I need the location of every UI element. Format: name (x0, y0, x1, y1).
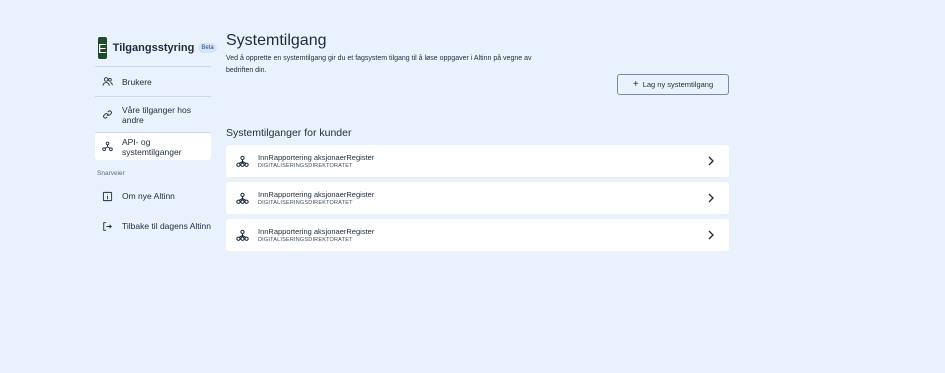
system-card[interactable]: InnRapportering aksjonaerRegister DIGITA… (226, 182, 729, 214)
chevron-right-icon (708, 193, 714, 203)
system-icon (235, 191, 249, 205)
sidebar-item-label: Brukere (122, 76, 152, 87)
sidebar-item-access[interactable]: Våre tilganger hos andre (95, 96, 211, 132)
sidebar-item-users[interactable]: Brukere (95, 66, 211, 96)
leave-icon (100, 219, 114, 233)
logo[interactable]: E (98, 37, 107, 59)
system-icon (235, 154, 249, 168)
system-card[interactable]: InnRapportering aksjonaerRegister DIGITA… (226, 145, 729, 177)
chevron-right-icon (708, 230, 714, 240)
add-system-access-button[interactable]: + Lag ny systemtilgang (617, 74, 729, 95)
sidebar-item-label: Våre tilganger hos andre (122, 104, 191, 125)
system-card[interactable]: InnRapportering aksjonaerRegister DIGITA… (226, 219, 729, 251)
chevron-right-icon (708, 156, 714, 166)
shortcut-label: Om nye Altinn (122, 191, 175, 201)
system-icon (100, 140, 114, 154)
page-description: Ved å opprette en systemtilgang gir du e… (226, 55, 532, 74)
brand-title: Tilgangsstyring (112, 42, 195, 54)
shortcuts-label: Snarveier (97, 170, 125, 177)
system-name: InnRapportering aksjonaerRegister (258, 152, 375, 162)
section-title: Systemtilganger for kunder (226, 127, 352, 139)
info-icon (100, 189, 114, 203)
link-icon (100, 108, 114, 122)
main-content: Systemtilgang Ved å opprette en systemti… (226, 32, 729, 256)
sidebar-item-label: API- og systemtilganger (122, 136, 182, 157)
page-title: Systemtilgang (226, 32, 327, 49)
brand: E Tilgangsstyring Beta (95, 36, 217, 60)
add-button-label: Lag ny systemtilgang (642, 80, 714, 89)
system-org: DIGITALISERINGSDIREKTORATET (258, 236, 353, 243)
system-org: DIGITALISERINGSDIREKTORATET (258, 199, 353, 206)
sidebar-item-api[interactable]: API- og systemtilganger (95, 132, 211, 160)
system-icon (235, 228, 249, 242)
system-name: InnRapportering aksjonaerRegister (258, 226, 375, 236)
plus-icon: + (632, 78, 639, 90)
beta-badge: Beta (198, 43, 217, 53)
shortcut-label: Tilbake til dagens Altinn (122, 221, 211, 231)
users-icon (100, 75, 114, 89)
system-name: InnRapportering aksjonaerRegister (258, 189, 375, 199)
sidebar: E Tilgangsstyring Beta Brukere Våre tilg… (95, 36, 217, 237)
shortcut-back[interactable]: Tilbake til dagens Altinn (95, 215, 211, 237)
system-org: DIGITALISERINGSDIREKTORATET (258, 162, 353, 169)
shortcut-about[interactable]: Om nye Altinn (95, 187, 211, 205)
